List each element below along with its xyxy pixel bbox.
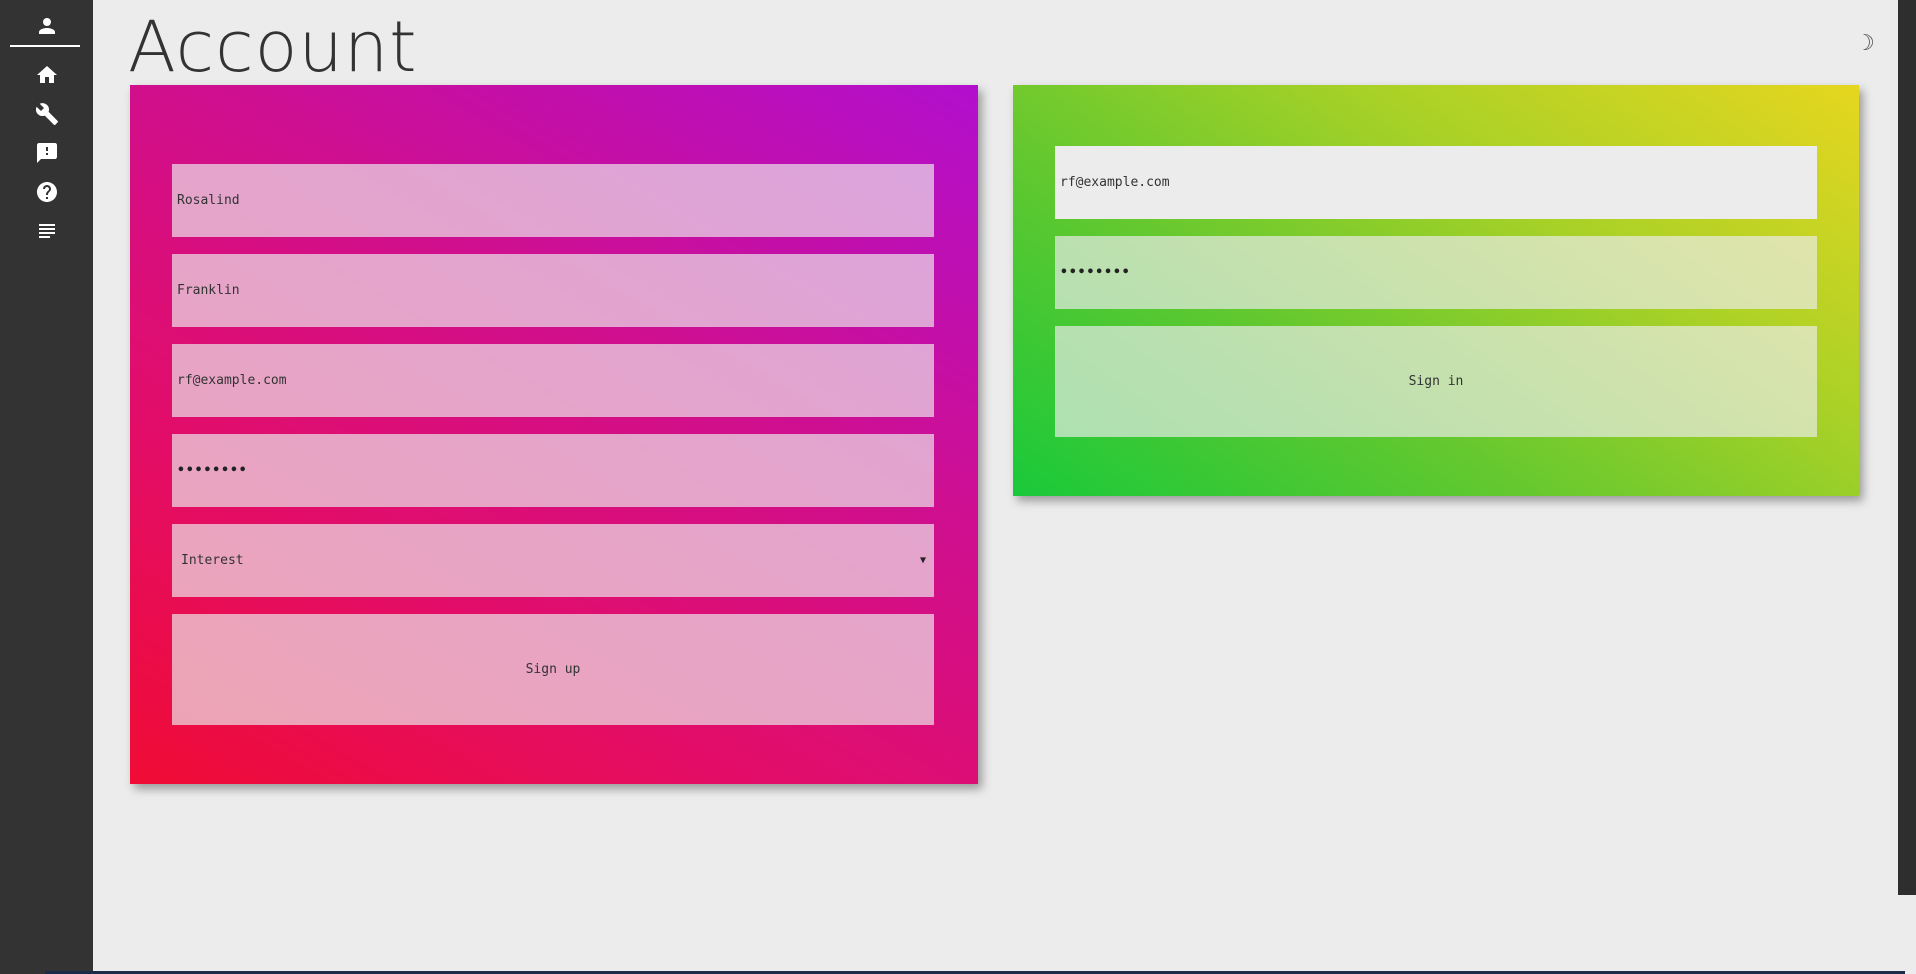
- sign-in-button[interactable]: Sign in: [1055, 326, 1817, 437]
- sidebar-item-account[interactable]: [0, 8, 93, 44]
- signup-password-field[interactable]: ••••••••: [172, 434, 934, 507]
- theme-toggle-button[interactable]: ☽: [1852, 30, 1878, 56]
- scrollbar[interactable]: [1898, 0, 1916, 895]
- feedback-icon: [36, 143, 57, 163]
- notes-icon: [38, 224, 55, 238]
- sidebar-item-tools[interactable]: [0, 96, 93, 132]
- sidebar: [0, 0, 93, 974]
- signup-email-field[interactable]: rf@example.com: [172, 344, 934, 417]
- wrench-icon: [35, 103, 58, 125]
- sidebar-item-notes[interactable]: [0, 213, 93, 249]
- person-icon: [38, 18, 55, 34]
- home-icon: [36, 66, 57, 83]
- sign-up-button-label: Sign up: [525, 662, 581, 677]
- signin-card: rf@example.com •••••••• Sign in: [1013, 85, 1859, 496]
- interest-select-value: Interest: [181, 553, 244, 568]
- page-title: Account: [128, 6, 418, 88]
- sign-in-button-label: Sign in: [1408, 374, 1464, 389]
- sidebar-item-help[interactable]: [0, 174, 93, 210]
- chevron-down-icon: ▼: [919, 555, 926, 566]
- last-name-field[interactable]: Franklin: [172, 254, 934, 327]
- sidebar-item-home[interactable]: [0, 57, 93, 93]
- sign-up-button[interactable]: Sign up: [172, 614, 934, 725]
- first-name-field[interactable]: Rosalind: [172, 164, 934, 237]
- signin-email-field[interactable]: rf@example.com: [1055, 146, 1817, 219]
- help-icon: [36, 182, 57, 202]
- moon-icon: ☽: [1855, 30, 1875, 56]
- sidebar-item-feedback[interactable]: [0, 135, 93, 171]
- sidebar-divider: [10, 45, 80, 47]
- signin-password-field[interactable]: ••••••••: [1055, 236, 1817, 309]
- signup-card: Rosalind Franklin rf@example.com •••••••…: [130, 85, 978, 784]
- interest-select[interactable]: Interest ▼: [172, 524, 934, 597]
